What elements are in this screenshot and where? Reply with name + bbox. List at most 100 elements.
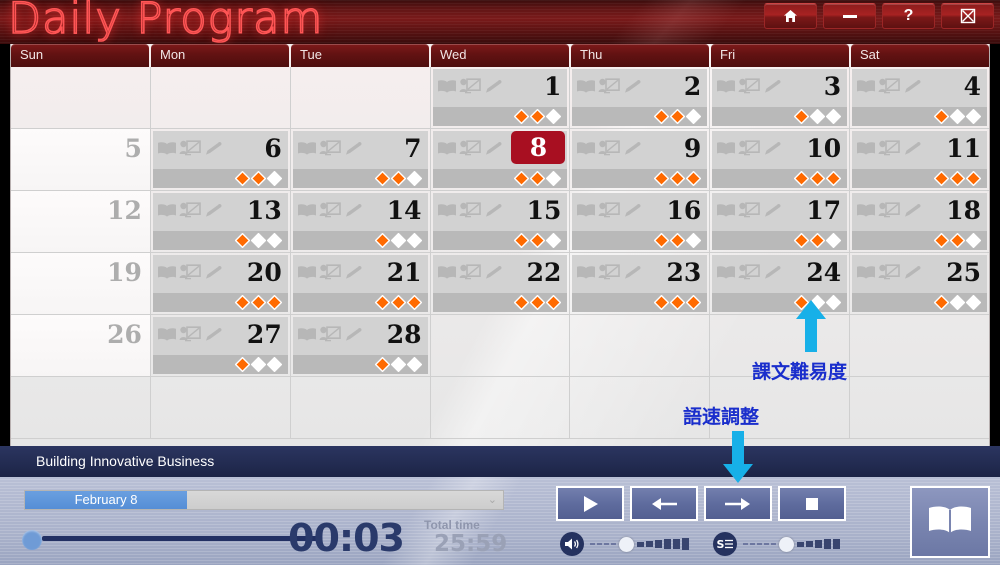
calendar-cell-empty: [11, 67, 151, 129]
calendar-cell-day-9[interactable]: 9: [570, 129, 711, 191]
calendar-cell-day-8[interactable]: 8: [430, 129, 571, 191]
slider-handle[interactable]: [779, 536, 794, 552]
stop-button[interactable]: [778, 486, 846, 521]
difficulty-rating[interactable]: [933, 170, 982, 187]
difficulty-rating[interactable]: [514, 294, 562, 311]
difficulty-rating[interactable]: [933, 294, 982, 311]
difficulty-rating[interactable]: [793, 108, 842, 125]
calendar-cell-day-2[interactable]: 2: [570, 67, 711, 129]
calendar-cell-day-14[interactable]: 14: [290, 191, 431, 253]
difficulty-rating[interactable]: [653, 170, 702, 187]
difficulty-diamond: [530, 232, 546, 249]
difficulty-rating[interactable]: [374, 294, 422, 311]
difficulty-diamond: [685, 170, 702, 187]
calendar-cell-day-21[interactable]: 21: [290, 253, 431, 315]
calendar-cell-day-17[interactable]: 17: [710, 191, 851, 253]
previous-button[interactable]: [630, 486, 698, 521]
difficulty-rating[interactable]: [793, 170, 842, 187]
calendar-cell-day-16[interactable]: 16: [570, 191, 711, 253]
difficulty-diamond: [374, 170, 390, 187]
calendar-cell-day-25[interactable]: 25: [850, 253, 989, 315]
calendar-cell-day-26[interactable]: 26: [11, 315, 151, 377]
slider-level-bar: [815, 540, 822, 548]
presentation-icon: [598, 78, 621, 94]
calendar-cell-day-24[interactable]: 24: [710, 253, 851, 315]
difficulty-diamond: [793, 170, 810, 187]
calendar-cell-day-18[interactable]: 18: [850, 191, 989, 253]
difficulty-rating[interactable]: [374, 356, 422, 373]
cell-activity-icons: [856, 264, 922, 280]
calendar-cell-day-13[interactable]: 13: [150, 191, 291, 253]
close-button[interactable]: [941, 3, 994, 29]
annotation-speed-text: 語速調整: [683, 406, 760, 428]
difficulty-diamond: [949, 232, 966, 249]
volume-track[interactable]: [590, 536, 689, 552]
open-book-button[interactable]: [910, 486, 990, 558]
current-time: 00:03: [288, 516, 405, 560]
book-icon: [856, 141, 876, 156]
difficulty-diamond: [374, 294, 390, 311]
difficulty-rating[interactable]: [933, 108, 982, 125]
day-number: 13: [246, 196, 282, 225]
difficulty-rating[interactable]: [653, 232, 702, 249]
calendar-cell-day-3[interactable]: 3: [710, 67, 851, 129]
minimize-icon: [842, 13, 858, 20]
difficulty-rating[interactable]: [374, 232, 422, 249]
calendar-cell-day-22[interactable]: 22: [430, 253, 571, 315]
calendar-cell-day-27[interactable]: 27: [150, 315, 291, 377]
difficulty-rating[interactable]: [234, 294, 283, 311]
cell-difficulty-bar: [712, 169, 848, 188]
difficulty-rating[interactable]: [653, 108, 702, 125]
difficulty-rating[interactable]: [653, 294, 702, 311]
help-button[interactable]: ?: [882, 3, 935, 29]
day-header-tue: Tue: [291, 44, 429, 67]
calendar-cell-day-20[interactable]: 20: [150, 253, 291, 315]
slider-handle[interactable]: [619, 536, 634, 552]
slider-tick: [757, 543, 762, 545]
calendar-week-row: 12 13 14 15 16 17 18: [11, 191, 989, 253]
calendar-cell-day-11[interactable]: 11: [850, 129, 989, 191]
difficulty-rating[interactable]: [793, 232, 842, 249]
difficulty-rating[interactable]: [514, 232, 562, 249]
difficulty-rating[interactable]: [374, 170, 422, 187]
calendar-cell-day-12[interactable]: 12: [11, 191, 151, 253]
svg-text:S: S: [717, 538, 725, 551]
pencil-icon: [902, 79, 922, 94]
difficulty-rating[interactable]: [234, 356, 283, 373]
day-of-week-header: Sun Mon Tue Wed Thu Fri Sat: [11, 44, 989, 67]
presentation-icon: [878, 202, 900, 218]
play-button[interactable]: [556, 486, 624, 521]
difficulty-diamond: [653, 294, 670, 311]
pencil-icon: [343, 327, 363, 342]
calendar-cell-day-5[interactable]: 5: [11, 129, 151, 191]
calendar-cell-day-6[interactable]: 6: [150, 129, 291, 191]
lesson-title-bar: Building Innovative Business: [0, 446, 1000, 477]
calendar-cell-day-19[interactable]: 19: [11, 253, 151, 315]
minimize-button[interactable]: [823, 3, 876, 29]
book-icon: [856, 265, 876, 280]
home-button[interactable]: [764, 3, 817, 29]
day-number: 18: [946, 196, 982, 225]
calendar-cell-day-23[interactable]: 23: [570, 253, 711, 315]
calendar-cell-day-10[interactable]: 10: [710, 129, 851, 191]
calendar-cell-day-1[interactable]: 1: [430, 67, 571, 129]
next-button[interactable]: [704, 486, 772, 521]
speed-track[interactable]: [743, 536, 840, 552]
seek-track[interactable]: [42, 536, 322, 541]
difficulty-rating[interactable]: [234, 232, 283, 249]
seek-handle[interactable]: [22, 530, 42, 550]
book-icon: [576, 265, 596, 280]
difficulty-diamond: [685, 294, 702, 311]
pencil-icon: [343, 141, 363, 156]
difficulty-rating[interactable]: [933, 232, 982, 249]
calendar-cell-day-4[interactable]: 4: [850, 67, 989, 129]
calendar-cell-day-15[interactable]: 15: [430, 191, 571, 253]
volume-slider[interactable]: [560, 532, 689, 556]
difficulty-rating[interactable]: [234, 170, 283, 187]
speed-slider[interactable]: S: [713, 532, 840, 556]
difficulty-rating[interactable]: [514, 170, 562, 187]
book-icon: [157, 265, 177, 280]
calendar-cell-day-28[interactable]: 28: [290, 315, 431, 377]
difficulty-rating[interactable]: [514, 108, 562, 125]
calendar-cell-day-7[interactable]: 7: [290, 129, 431, 191]
